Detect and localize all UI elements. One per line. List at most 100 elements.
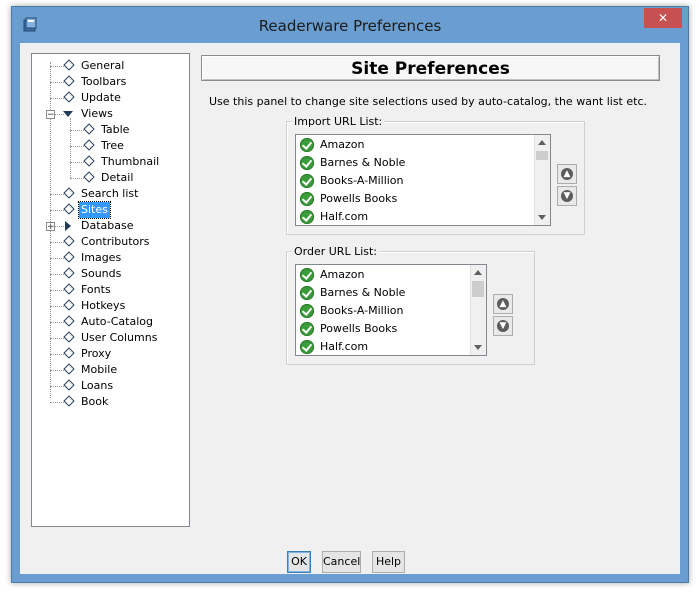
help-button[interactable]: Help (372, 551, 405, 573)
tree-item-label: General (81, 59, 125, 72)
tree-item-loans[interactable]: Loans (32, 378, 187, 394)
tree-item-label: Detail (101, 171, 134, 184)
leaf-node-icon (63, 251, 75, 263)
tree-item-sounds[interactable]: Sounds (32, 266, 187, 282)
scroll-thumb[interactable] (536, 151, 548, 160)
order-list-scrollbar[interactable] (470, 265, 486, 355)
tree-guide-line (50, 242, 64, 243)
tree-item-tree[interactable]: Tree (32, 138, 187, 154)
tree-item-user-columns[interactable]: User Columns (32, 330, 187, 346)
check-icon (300, 340, 314, 354)
leaf-node-icon (63, 347, 75, 359)
list-item-label: Powells Books (320, 192, 398, 205)
collapsed-node-icon (65, 221, 71, 231)
tree-item-general[interactable]: General (32, 58, 187, 74)
tree-item-label: User Columns (81, 331, 158, 344)
tree-item-label: Toolbars (81, 75, 127, 88)
tree-guide-line (50, 370, 64, 371)
list-item-label: Half.com (320, 210, 369, 223)
preferences-window: Readerware Preferences ✕ General Toolbars… (11, 6, 689, 583)
list-item-label: Books-A-Million (320, 174, 404, 187)
leaf-node-icon (63, 59, 75, 71)
scroll-up-icon[interactable] (474, 270, 482, 275)
tree-guide-line (50, 210, 64, 211)
import-url-list[interactable]: Amazon Barnes & Noble Books-A-Million Powel… (295, 134, 551, 226)
leaf-node-icon (83, 139, 95, 151)
list-item-label: Powells Books (320, 322, 398, 335)
scroll-down-icon[interactable] (474, 345, 482, 350)
tree-item-label: Update (81, 91, 121, 104)
tree-item-images[interactable]: Images (32, 250, 187, 266)
tree-guide-line (50, 98, 64, 99)
tree-item-views[interactable]: − Views (32, 106, 187, 122)
arrow-up-icon: ▲ (497, 298, 509, 310)
tree-item-thumbnail[interactable]: Thumbnail (32, 154, 187, 170)
tree-guide-line (50, 82, 64, 83)
tree-item-auto-catalog[interactable]: Auto-Catalog (32, 314, 187, 330)
leaf-node-icon (63, 331, 75, 343)
tree-item-label: Thumbnail (101, 155, 160, 168)
tree-guide-line (70, 130, 84, 131)
import-url-label: Import URL List: (292, 115, 385, 128)
leaf-node-icon (83, 123, 95, 135)
tree-item-contributors[interactable]: Contributors (32, 234, 187, 250)
ok-button[interactable]: OK (287, 551, 311, 573)
leaf-node-icon (63, 315, 75, 327)
tree-item-label: Auto-Catalog (81, 315, 153, 328)
window-title: Readerware Preferences (258, 17, 442, 35)
tree-guide-line (50, 386, 64, 387)
tree-guide-line (70, 146, 84, 147)
tree-item-detail[interactable]: Detail (32, 170, 187, 186)
tree-item-hotkeys[interactable]: Hotkeys (32, 298, 187, 314)
tree-item-proxy[interactable]: Proxy (32, 346, 187, 362)
arrow-down-icon: ▼ (561, 190, 573, 202)
import-list-scrollbar[interactable] (534, 135, 550, 225)
cancel-button[interactable]: Cancel (322, 551, 361, 573)
move-down-button[interactable]: ▼ (557, 186, 577, 206)
move-up-button[interactable]: ▲ (493, 294, 513, 314)
tree-item-search-list[interactable]: Search list (32, 186, 187, 202)
scroll-down-icon[interactable] (538, 215, 546, 220)
tree-guide-line (50, 258, 64, 259)
list-item-label: Barnes & Noble (320, 286, 406, 299)
scroll-up-icon[interactable] (538, 140, 546, 145)
check-icon (300, 174, 314, 188)
order-url-list[interactable]: Amazon Barnes & Noble Books-A-Million Powel… (295, 264, 487, 356)
list-item-label: Barnes & Noble (320, 156, 406, 169)
order-url-group: Order URL List: Amazon Barnes & Noble Book… (286, 245, 535, 365)
title-bar[interactable]: Readerware Preferences ✕ (12, 7, 688, 43)
move-down-button[interactable]: ▼ (493, 316, 513, 336)
collapse-icon[interactable]: − (46, 110, 55, 120)
tree-item-table[interactable]: Table (32, 122, 187, 138)
check-icon (300, 286, 314, 300)
tree-item-book[interactable]: Book (32, 394, 187, 410)
tree-item-label: Fonts (81, 283, 111, 296)
tree-item-label: Loans (81, 379, 114, 392)
preferences-tree[interactable]: General Toolbars Update − Views Table Tree Thum… (31, 53, 190, 527)
tree-guide-line (50, 274, 64, 275)
tree-item-sites[interactable]: Sites (32, 201, 187, 219)
tree-item-database[interactable]: + Database (32, 218, 187, 234)
list-item-label: Amazon (320, 268, 365, 281)
tree-item-mobile[interactable]: Mobile (32, 362, 187, 378)
list-item-label: Amazon (320, 138, 365, 151)
expand-icon[interactable]: + (46, 222, 55, 232)
tree-item-label: Proxy (81, 347, 112, 360)
check-icon (300, 322, 314, 336)
move-up-button[interactable]: ▲ (557, 164, 577, 184)
close-icon: ✕ (657, 11, 669, 25)
leaf-node-icon (63, 299, 75, 311)
check-icon (300, 210, 314, 224)
check-icon (300, 156, 314, 170)
tree-item-label: Sounds (81, 267, 122, 280)
close-button[interactable]: ✕ (644, 8, 682, 28)
tree-item-update[interactable]: Update (32, 90, 187, 106)
tree-guide-line (50, 338, 64, 339)
scroll-thumb[interactable] (472, 281, 484, 297)
tree-guide-line (50, 402, 64, 403)
tree-item-toolbars[interactable]: Toolbars (32, 74, 187, 90)
list-item-label: Books-A-Million (320, 304, 404, 317)
check-icon (300, 138, 314, 152)
list-item-label: Half.com (320, 340, 369, 353)
tree-item-fonts[interactable]: Fonts (32, 282, 187, 298)
